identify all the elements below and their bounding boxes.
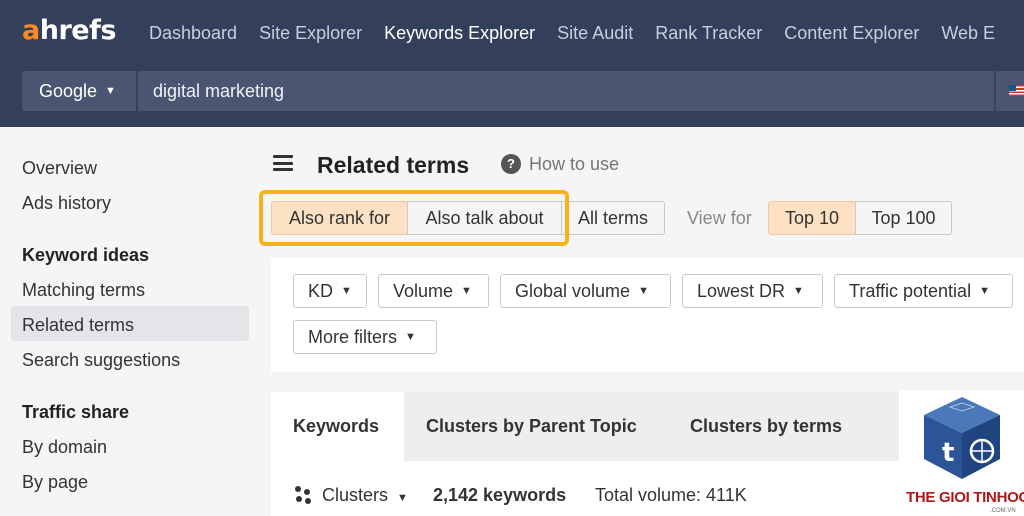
search-bar-row: Google ▼ digital marketing [0,63,1024,127]
search-engine-dropdown[interactable]: Google ▼ [22,71,136,111]
filter-kd-label: KD [308,280,334,301]
how-to-use-link[interactable]: How to use [529,153,619,175]
keyword-query-text: digital marketing [153,80,285,101]
us-flag-icon [1009,85,1024,96]
mode-all-terms[interactable]: All terms [561,201,665,235]
sidebar-item-by-domain[interactable]: By domain [22,436,107,458]
main-nav: Dashboard Site Explorer Keywords Explore… [149,22,1017,44]
total-volume: Total volume: 411K [595,485,747,505]
clusters-dropdown[interactable]: Clusters ▼ [322,484,408,509]
filter-volume-label: Volume [393,280,454,301]
tab-keywords[interactable]: Keywords [271,392,404,461]
page-title: Related terms [317,152,470,178]
filter-more-filters-label: More filters [308,326,398,347]
chevron-down-icon: ▼ [793,285,804,297]
filter-lowest-dr-label: Lowest DR [697,280,786,301]
watermark-subtext: .COM.VN [990,508,1016,514]
nav-site-explorer[interactable]: Site Explorer [259,22,362,44]
filter-kd[interactable]: KD ▼ [293,274,367,308]
svg-text:t: t [942,438,954,468]
tab-clusters-by-terms[interactable]: Clusters by terms [690,392,842,461]
chevron-down-icon: ▼ [979,285,990,297]
sidebar-item-matching-terms[interactable]: Matching terms [22,279,145,301]
ahrefs-logo[interactable]: ahrefs [22,14,116,48]
sidebar-item-search-suggestions[interactable]: Search suggestions [22,349,180,371]
view-top-10[interactable]: Top 10 [768,201,856,235]
chevron-down-icon: ▼ [461,285,472,297]
sidebar-item-overview[interactable]: Overview [22,157,97,179]
chevron-down-icon: ▼ [405,331,416,343]
clusters-icon [293,486,313,504]
chevron-down-icon: ▼ [341,285,352,297]
country-selector[interactable] [995,71,1024,111]
nav-content-explorer[interactable]: Content Explorer [784,22,919,44]
filter-global-volume-label: Global volume [515,280,631,301]
nav-dashboard[interactable]: Dashboard [149,22,237,44]
sidebar: Overview Ads history Keyword ideas Match… [0,127,262,516]
nav-rank-tracker[interactable]: Rank Tracker [655,22,762,44]
view-for-label: View for [687,208,752,228]
chevron-down-icon: ▼ [638,285,649,297]
top-navigation-bar: ahrefs Dashboard Site Explorer Keywords … [0,0,1024,63]
tab-clusters-by-parent-topic[interactable]: Clusters by Parent Topic [426,392,637,461]
view-top-100[interactable]: Top 100 [855,201,952,235]
filter-lowest-dr[interactable]: Lowest DR ▼ [682,274,823,308]
question-circle-icon[interactable]: ? [501,154,521,174]
sidebar-item-ads-history[interactable]: Ads history [22,192,111,214]
clusters-label: Clusters [322,485,389,505]
filter-traffic-potential-label: Traffic potential [849,280,972,301]
nav-web-explorer[interactable]: Web E [941,22,995,44]
hamburger-menu-icon[interactable] [273,155,293,171]
annotation-highlight-box [259,190,569,246]
nav-site-audit[interactable]: Site Audit [557,22,633,44]
sidebar-item-by-page[interactable]: By page [22,471,88,493]
sidebar-heading-keyword-ideas: Keyword ideas [22,245,150,265]
search-engine-label: Google [39,80,98,101]
filter-volume[interactable]: Volume ▼ [378,274,489,308]
filter-global-volume[interactable]: Global volume ▼ [500,274,671,308]
sidebar-heading-traffic-share: Traffic share [22,402,130,422]
chevron-down-icon: ▼ [397,492,408,504]
watermark-text: THE GIOI TINHOC [906,489,1024,506]
keyword-count: 2,142 keywords [433,485,567,505]
watermark-cube-logo: t [924,397,1000,479]
keyword-search-input[interactable]: digital marketing [138,71,994,111]
chevron-down-icon: ▼ [105,85,116,97]
sidebar-item-related-terms[interactable]: Related terms [22,314,134,336]
nav-keywords-explorer[interactable]: Keywords Explorer [384,22,535,44]
filter-more-filters[interactable]: More filters ▼ [293,320,437,354]
filter-traffic-potential[interactable]: Traffic potential ▼ [834,274,1013,308]
